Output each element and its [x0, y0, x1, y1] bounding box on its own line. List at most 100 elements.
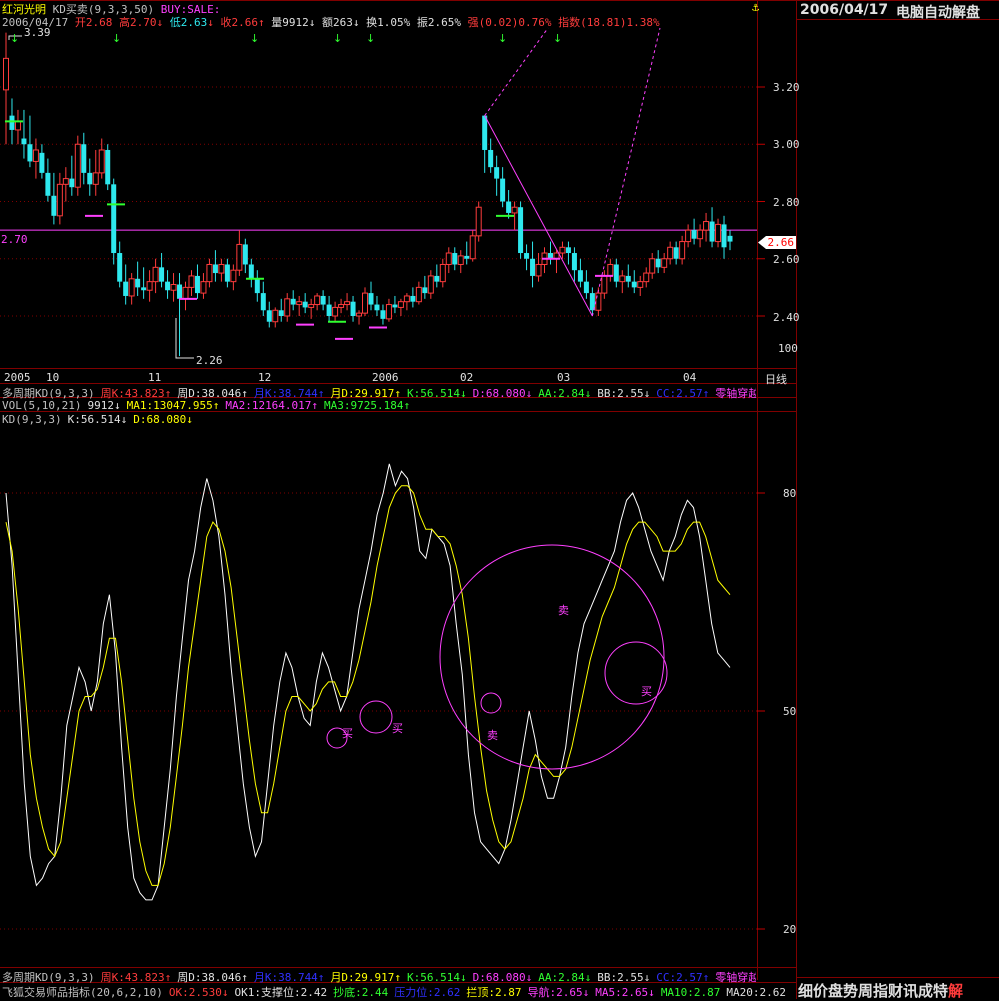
x-label-04: 04	[683, 371, 697, 384]
candlesticks	[3, 32, 733, 357]
bottom-fox-segment: OK1:支撑位:2.42	[234, 986, 328, 999]
candle-body-up	[200, 281, 207, 294]
candle-body-up	[56, 183, 63, 217]
annotation-circle	[604, 641, 668, 705]
candle-body-up	[74, 143, 81, 188]
vol-tick: 100	[778, 342, 798, 355]
price-tick-3.20: 3.20	[773, 81, 800, 94]
buy-annotation-2: 买	[392, 722, 403, 735]
candle-body-up	[619, 275, 626, 283]
amplitude-label: 振	[416, 16, 428, 29]
candle-body-down	[51, 195, 57, 216]
candle-body-down	[135, 278, 141, 288]
candle-body-down	[709, 221, 715, 242]
x-label-11: 11	[148, 371, 162, 384]
candle-body-down	[571, 253, 577, 271]
candle-body-down	[27, 144, 33, 162]
low-label: 低	[169, 16, 181, 29]
bottom-fox-segment: 压力位:2.62	[394, 986, 461, 999]
sell-annotation-2: 卖	[487, 729, 498, 742]
kd-tick-80: 80	[783, 487, 797, 500]
sell-arrow-icon: ↓	[498, 32, 507, 45]
candle-body-down	[194, 275, 200, 294]
kd-segment: D:68.080↓	[133, 413, 193, 426]
candle-body-up	[427, 275, 434, 294]
candle-body-up	[92, 172, 99, 185]
amount-label: 额	[321, 16, 333, 29]
sell-arrow-icon: ↓	[250, 32, 259, 45]
vol-label: 量	[271, 16, 283, 29]
candle-body-down	[320, 295, 326, 305]
x-label-02: 02	[460, 371, 474, 384]
candle-body-up	[344, 301, 351, 306]
candle-body-down	[625, 275, 631, 282]
header-line-2: 2006/04/17 开2.68 高2.70↓ 低2.63↓ 收2.66↑ 量9…	[2, 16, 660, 29]
max-price-label: 3.39	[24, 26, 51, 39]
candle-body-down	[69, 178, 75, 188]
candle-body-up	[457, 255, 464, 265]
candle-body-up	[415, 286, 422, 303]
stock-chart[interactable]: ↓ ↓ ↓ ↓ ↓ ↓ ↓	[0, 0, 999, 999]
candle-body-up	[439, 263, 446, 283]
candle-body-up	[649, 258, 656, 274]
bottom-fox-segment: 抄底:2.44	[333, 986, 389, 999]
candle-body-down	[141, 287, 147, 291]
price-tick-2.40: 2.40	[773, 311, 800, 324]
right-panel-bottom-text[interactable]: 细价盘势周指财讯成特解	[798, 980, 963, 1001]
info-bottom-multi-kd: 多周期KD(9,3,3) 周K:43.823↑ 周D:38.046↑ 月K:38.74…	[2, 969, 756, 985]
candle-body-down	[506, 201, 512, 213]
candle-body-down	[613, 264, 619, 282]
candle-body-down	[655, 258, 661, 268]
candle-body-up	[308, 304, 315, 308]
candle-body-down	[452, 253, 458, 265]
candle-body-up	[397, 301, 404, 308]
index-value: (18.81)1.38%	[580, 16, 660, 29]
candle-body-up	[182, 286, 189, 300]
candle-body-up	[62, 178, 69, 185]
strength-value: (0.02)0.76%	[478, 16, 552, 29]
vol-segment: MA2:12164.017↑	[225, 399, 319, 412]
candle-body-down	[302, 301, 308, 308]
candle-body-down	[117, 253, 123, 282]
kd-tick-20: 20	[783, 923, 797, 936]
bottom-multi-kd-segment: 月D:29.917↑	[330, 971, 402, 984]
vol-value: 9912	[282, 16, 309, 29]
sell-arrow-icon: ↓	[366, 32, 375, 45]
bottom-fox-segment: 拦顶:2.87	[466, 986, 522, 999]
candle-body-up	[511, 206, 518, 214]
projection-line-1	[484, 27, 549, 116]
buy-annotation-3: 买	[641, 685, 652, 698]
candle-body-down	[123, 281, 129, 296]
anchor-icon[interactable]: ⚓	[752, 0, 759, 14]
bottom-multi-kd-segment: CC:2.57↑	[656, 971, 710, 984]
candle-body-down	[290, 298, 296, 305]
vol-segment: 9912↓	[87, 399, 121, 412]
sell-arrow-icon: ↓	[333, 32, 342, 45]
candle-body-down	[254, 278, 260, 294]
period-label[interactable]: 日线	[765, 371, 787, 387]
candle-body-down	[565, 247, 571, 254]
candle-body-up	[152, 266, 159, 283]
bottom-multi-kd-segment: 周K:43.823↑	[100, 971, 172, 984]
bottom-multi-kd-segment: K:56.514↓	[407, 971, 467, 984]
right-panel-title[interactable]: 电脑自动解盘	[896, 2, 980, 22]
bottom-text-main: 细价盘势周指财讯成特	[798, 982, 949, 1000]
candle-body-down	[583, 281, 589, 294]
candle-body-up	[601, 275, 608, 294]
x-label-03: 03	[557, 371, 571, 384]
price-tick-2.80: 2.80	[773, 196, 800, 209]
candle-body-down	[530, 258, 536, 276]
candle-body-down	[482, 115, 488, 150]
candle-body-up	[332, 306, 339, 317]
close-value: 2.66	[231, 16, 258, 29]
info-bottom-fox: 飞狐交易师品指标(20,6,2,10) OK:2.530↓ OK1:支撑位:2.42…	[2, 984, 796, 1000]
candle-body-up	[595, 292, 602, 311]
info-vol: VOL(5,10,21) 9912↓ MA1:13047.955↑ MA2:12164…	[2, 399, 756, 412]
bottom-multi-kd-segment: 多周期KD(9,3,3)	[2, 971, 95, 984]
sell-arrow-icon: ↓	[553, 32, 562, 45]
turnover-value: 1.05%	[377, 16, 411, 29]
price-tick-2.60: 2.60	[773, 253, 800, 266]
candle-body-up	[314, 295, 321, 306]
kd-series-K	[5, 463, 731, 901]
candle-body-down	[45, 172, 51, 196]
